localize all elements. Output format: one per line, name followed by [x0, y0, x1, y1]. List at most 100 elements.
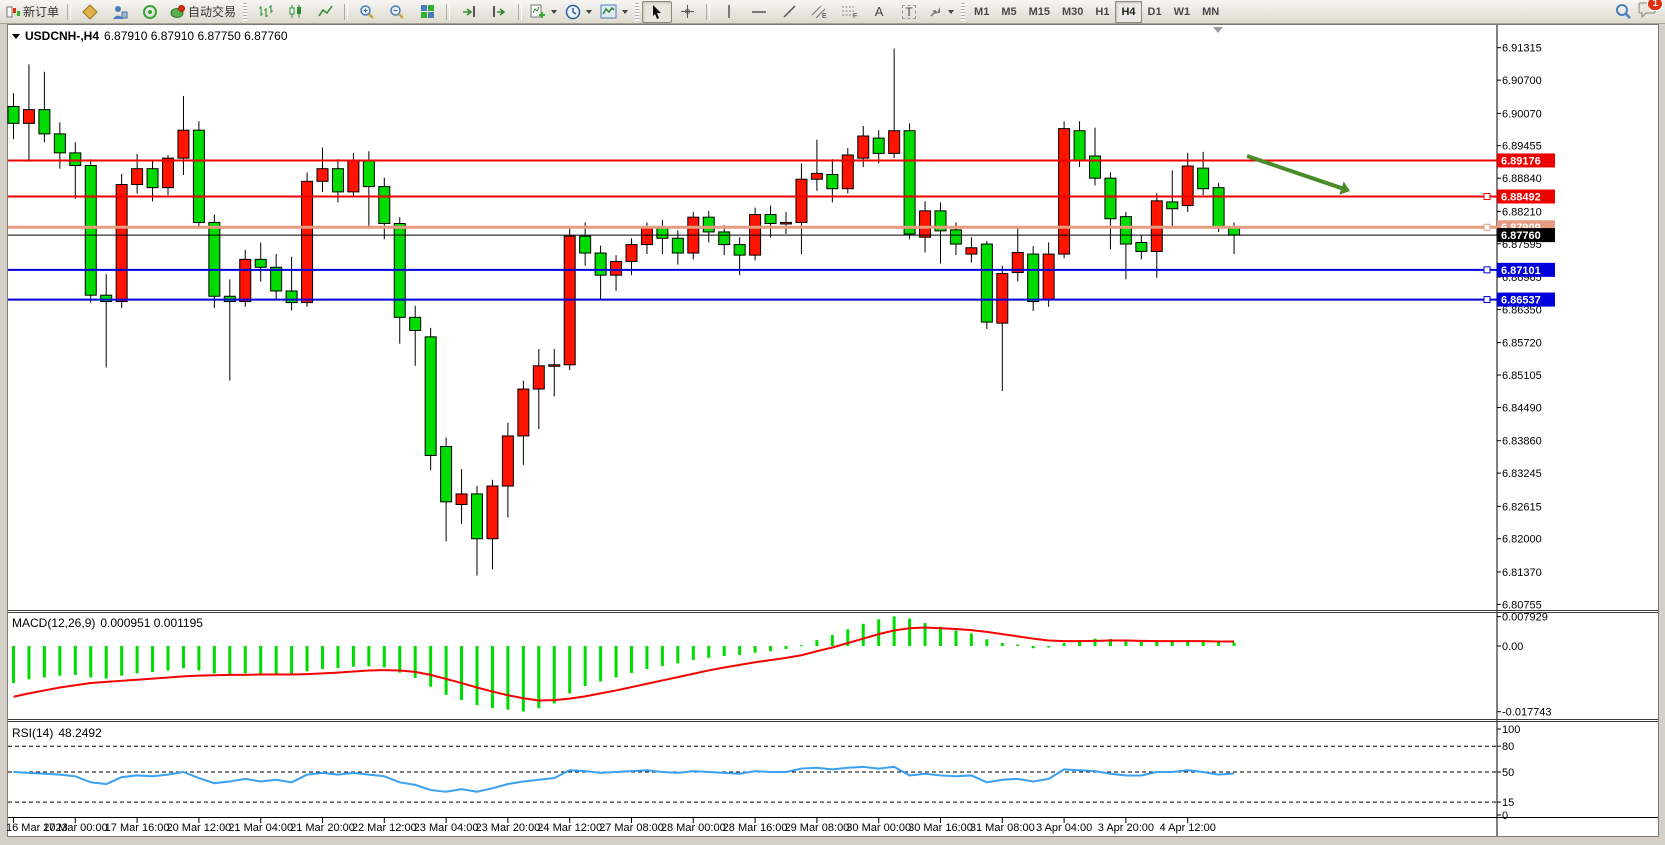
candle-body — [209, 222, 220, 296]
macd-indicator-values: 0.000951 0.001195 — [100, 616, 203, 630]
line-handle[interactable] — [1484, 297, 1490, 303]
timeframe-button-m15[interactable]: M15 — [1023, 1, 1056, 23]
candle-body — [1120, 217, 1131, 244]
separator — [518, 4, 522, 20]
candle-body — [240, 259, 251, 301]
line-chart-icon — [318, 4, 333, 19]
zoom-in-button[interactable] — [352, 1, 382, 23]
candlestick-chart-button[interactable] — [280, 1, 310, 23]
autotrading-button[interactable]: 自动交易 — [165, 1, 240, 23]
templates-button[interactable] — [596, 1, 632, 23]
timeframe-button-h1[interactable]: H1 — [1089, 1, 1115, 23]
chart-symbol-title: USDCNH-,H4 — [25, 29, 99, 43]
signals-icon — [142, 4, 158, 20]
candle-body — [997, 274, 1008, 324]
navigator-button[interactable] — [105, 1, 135, 23]
rsi-indicator-value: 48.2492 — [58, 726, 101, 740]
time-tick-label: 28 Mar 16:00 — [723, 822, 788, 834]
market-button[interactable] — [75, 1, 105, 23]
candle-body — [332, 169, 343, 192]
macd-histogram-bar — [244, 646, 247, 673]
candle-body — [116, 184, 127, 301]
macd-histogram-bar — [985, 639, 988, 646]
signals-button[interactable] — [135, 1, 165, 23]
macd-histogram-bar — [815, 640, 818, 646]
separator — [446, 4, 450, 20]
candle-body — [950, 230, 961, 244]
new-order-button[interactable]: 新订单 — [2, 1, 63, 23]
macd-histogram-bar — [553, 646, 556, 703]
price-tick-label: 6.82615 — [1502, 501, 1542, 513]
new-chart-button[interactable] — [526, 1, 561, 23]
timeframe-button-m5[interactable]: M5 — [995, 1, 1022, 23]
price-tick-label: 6.90070 — [1502, 108, 1542, 120]
macd-histogram-bar — [537, 646, 540, 708]
macd-histogram-bar — [615, 646, 618, 677]
separator — [67, 4, 71, 20]
arrows-tool-button[interactable] — [924, 1, 958, 23]
macd-indicator-label: MACD(12,26,9) — [12, 616, 95, 630]
horizontal-line-tool-button[interactable] — [744, 1, 774, 23]
main-toolbar: 新订单 自动交易 — [0, 0, 1665, 24]
macd-histogram-bar — [1233, 642, 1236, 646]
zoom-out-button[interactable] — [382, 1, 412, 23]
collapse-arrow-icon[interactable] — [12, 34, 20, 39]
timeframe-button-m30[interactable]: M30 — [1056, 1, 1089, 23]
new-chart-icon — [530, 4, 546, 19]
text-label-tool-button[interactable]: T — [894, 1, 924, 23]
timeframe-button-w1[interactable]: W1 — [1168, 1, 1197, 23]
candle-body — [410, 317, 421, 330]
time-tick-label: 21 Mar 04:00 — [228, 822, 293, 834]
candle-body — [1074, 131, 1085, 161]
vertical-line-tool-button[interactable] — [714, 1, 744, 23]
macd-histogram-bar — [723, 646, 726, 656]
periods-button[interactable] — [561, 1, 596, 23]
price-line-tag-label: 6.88492 — [1501, 192, 1541, 204]
macd-histogram-bar — [568, 646, 571, 693]
search-icon[interactable] — [1615, 3, 1632, 20]
time-tick-label: 23 Mar 04:00 — [414, 822, 479, 834]
candle-body — [1028, 254, 1039, 301]
chart-shift-button[interactable] — [484, 1, 514, 23]
timeframe-button-m1[interactable]: M1 — [968, 1, 995, 23]
equidistant-channel-tool-button[interactable]: E — [804, 1, 834, 23]
macd-histogram-bar — [213, 646, 216, 673]
macd-histogram-bar — [136, 646, 139, 673]
macd-histogram-bar — [398, 646, 401, 673]
line-handle[interactable] — [1484, 194, 1490, 200]
macd-histogram-bar — [877, 619, 880, 646]
tile-windows-button[interactable] — [412, 1, 442, 23]
line-handle[interactable] — [1484, 224, 1490, 230]
candle-body — [1090, 156, 1101, 178]
macd-histogram-bar — [12, 646, 15, 683]
time-tick-label: 30 Mar 00:00 — [846, 822, 911, 834]
price-tick-label: 6.90700 — [1502, 75, 1542, 87]
cursor-tool-button[interactable] — [642, 1, 672, 23]
macd-histogram-bar — [584, 646, 587, 686]
line-chart-button[interactable] — [310, 1, 340, 23]
price-line-tag-label: 6.89176 — [1501, 155, 1541, 167]
timeframe-button-h4[interactable]: H4 — [1115, 1, 1141, 23]
chat-button[interactable]: 1 — [1638, 1, 1657, 23]
line-handle[interactable] — [1484, 267, 1490, 273]
chart-shift-marker[interactable] — [1213, 27, 1223, 33]
time-tick-label: 3 Apr 04:00 — [1036, 822, 1092, 834]
macd-histogram-bar — [692, 646, 695, 660]
macd-histogram-bar — [970, 633, 973, 646]
candle-body — [1105, 178, 1116, 219]
macd-histogram-bar — [197, 646, 200, 670]
auto-scroll-button[interactable] — [454, 1, 484, 23]
candle-body — [363, 160, 374, 186]
timeframe-button-mn[interactable]: MN — [1196, 1, 1225, 23]
rsi-label-bar: RSI(14) 48.2492 — [12, 726, 102, 740]
separator — [706, 4, 710, 20]
timeframe-button-d1[interactable]: D1 — [1142, 1, 1168, 23]
trendline-tool-button[interactable] — [774, 1, 804, 23]
time-tick-label: 27 Mar 08:00 — [599, 822, 664, 834]
bar-chart-button[interactable] — [250, 1, 280, 23]
candle-body — [765, 215, 776, 224]
fibonacci-tool-button[interactable]: F — [834, 1, 864, 23]
crosshair-tool-button[interactable] — [672, 1, 702, 23]
navigator-icon — [112, 4, 128, 20]
text-tool-button[interactable]: A — [864, 1, 894, 23]
